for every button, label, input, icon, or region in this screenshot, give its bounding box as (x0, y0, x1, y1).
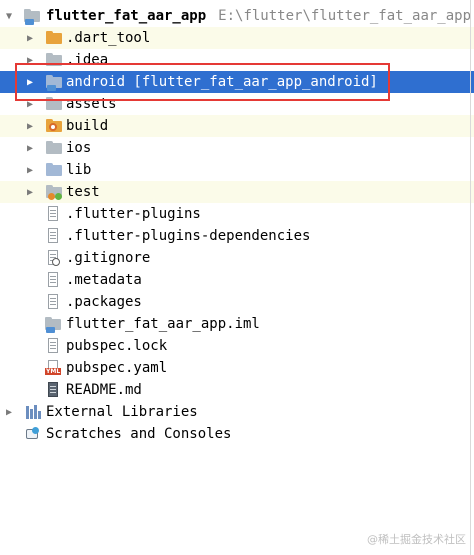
chevron-right-icon[interactable]: ▶ (23, 115, 37, 137)
yaml-file-icon: YML (45, 360, 62, 376)
chevron-right-icon[interactable]: ▶ (23, 71, 37, 93)
tree-row-flutter-plugins-dependencies[interactable]: .flutter-plugins-dependencies (0, 225, 474, 247)
chevron-right-icon[interactable]: ▶ (23, 49, 37, 71)
tree-item-label: pubspec.yaml (66, 360, 168, 376)
tree-row-idea[interactable]: ▶ .idea (0, 49, 474, 71)
tree-row-lib[interactable]: ▶ lib (0, 159, 474, 181)
test-folder-icon (46, 184, 62, 200)
tree-row-external-libraries[interactable]: ▶ External Libraries (0, 401, 474, 423)
tree-row-pubspec-lock[interactable]: pubspec.lock (0, 335, 474, 357)
folder-icon (46, 30, 62, 46)
tree-row-ios[interactable]: ▶ ios (0, 137, 474, 159)
tree-item-label: README.md (66, 382, 142, 398)
source-folder-icon (46, 162, 62, 178)
watermark: @稀土掘金技术社区 (367, 533, 466, 546)
tree-item-label: External Libraries (46, 404, 198, 420)
chevron-right-icon[interactable]: ▶ (23, 137, 37, 159)
project-root-name: flutter_fat_aar_app (46, 8, 207, 24)
tree-item-label: build (66, 118, 109, 134)
scratches-icon (25, 426, 41, 442)
flutter-module-folder-icon (24, 8, 40, 25)
tree-row-iml[interactable]: flutter_fat_aar_app.iml (0, 313, 474, 335)
yaml-badge: YML (45, 368, 62, 375)
libraries-icon (25, 404, 41, 420)
tree-row-dart-tool[interactable]: ▶ .dart_tool (0, 27, 474, 49)
tree-item-label: ios (66, 140, 92, 156)
chevron-right-icon[interactable]: ▶ (23, 27, 37, 49)
markdown-file-icon (45, 382, 61, 398)
project-root-path: E:\flutter\flutter_fat_aar_app (218, 8, 472, 24)
tree-row-packages[interactable]: .packages (0, 291, 474, 313)
text-file-icon (45, 272, 61, 288)
text-file-icon (45, 206, 61, 222)
text-file-icon (45, 338, 61, 354)
tree-item-label: assets (66, 96, 117, 112)
ignore-file-icon (45, 250, 61, 266)
folder-icon (46, 140, 62, 156)
chevron-down-icon[interactable]: ▼ (2, 5, 16, 27)
panel-edge-divider (470, 0, 471, 555)
tree-item-label: .packages (66, 294, 142, 310)
tree-item-label: Scratches and Consoles (46, 426, 232, 442)
tree-row-android[interactable]: ▶ android [flutter_fat_aar_app_android] (0, 71, 474, 93)
build-folder-icon (46, 118, 62, 134)
tree-item-label: .metadata (66, 272, 142, 288)
module-folder-icon (46, 74, 62, 91)
module-file-icon (45, 316, 61, 333)
text-file-icon (45, 294, 61, 310)
tree-item-label: .flutter-plugins (66, 206, 201, 222)
tree-row-readme[interactable]: README.md (0, 379, 474, 401)
tree-item-label: pubspec.lock (66, 338, 168, 354)
tree-row-pubspec-yaml[interactable]: YML pubspec.yaml (0, 357, 474, 379)
tree-row-build[interactable]: ▶ build (0, 115, 474, 137)
text-file-icon (45, 228, 61, 244)
tree-row-flutter-plugins[interactable]: .flutter-plugins (0, 203, 474, 225)
chevron-right-icon[interactable]: ▶ (23, 93, 37, 115)
tree-item-label: flutter_fat_aar_app.iml (66, 316, 260, 332)
folder-icon (46, 96, 62, 112)
tree-row-scratches[interactable]: Scratches and Consoles (0, 423, 474, 445)
tree-item-label: .gitignore (66, 250, 151, 266)
tree-row-gitignore[interactable]: .gitignore (0, 247, 474, 269)
chevron-right-icon[interactable]: ▶ (2, 401, 16, 423)
tree-row-metadata[interactable]: .metadata (0, 269, 474, 291)
tree-item-label: lib (66, 162, 92, 178)
tree-item-label: android [flutter_fat_aar_app_android] (66, 74, 378, 90)
tree-item-label: .flutter-plugins-dependencies (66, 228, 311, 244)
tree-item-label: test (66, 184, 100, 200)
tree-row-test[interactable]: ▶ test (0, 181, 474, 203)
project-tree: ▼ flutter_fat_aar_app E:\flutter\flutter_… (0, 0, 474, 555)
tree-row-root[interactable]: ▼ flutter_fat_aar_app E:\flutter\flutter_… (0, 5, 474, 27)
tree-row-assets[interactable]: ▶ assets (0, 93, 474, 115)
chevron-right-icon[interactable]: ▶ (23, 181, 37, 203)
chevron-right-icon[interactable]: ▶ (23, 159, 37, 181)
tree-item-label: .idea (66, 52, 109, 68)
idea-folder-icon (46, 52, 62, 68)
tree-item-label: .dart_tool (66, 30, 151, 46)
